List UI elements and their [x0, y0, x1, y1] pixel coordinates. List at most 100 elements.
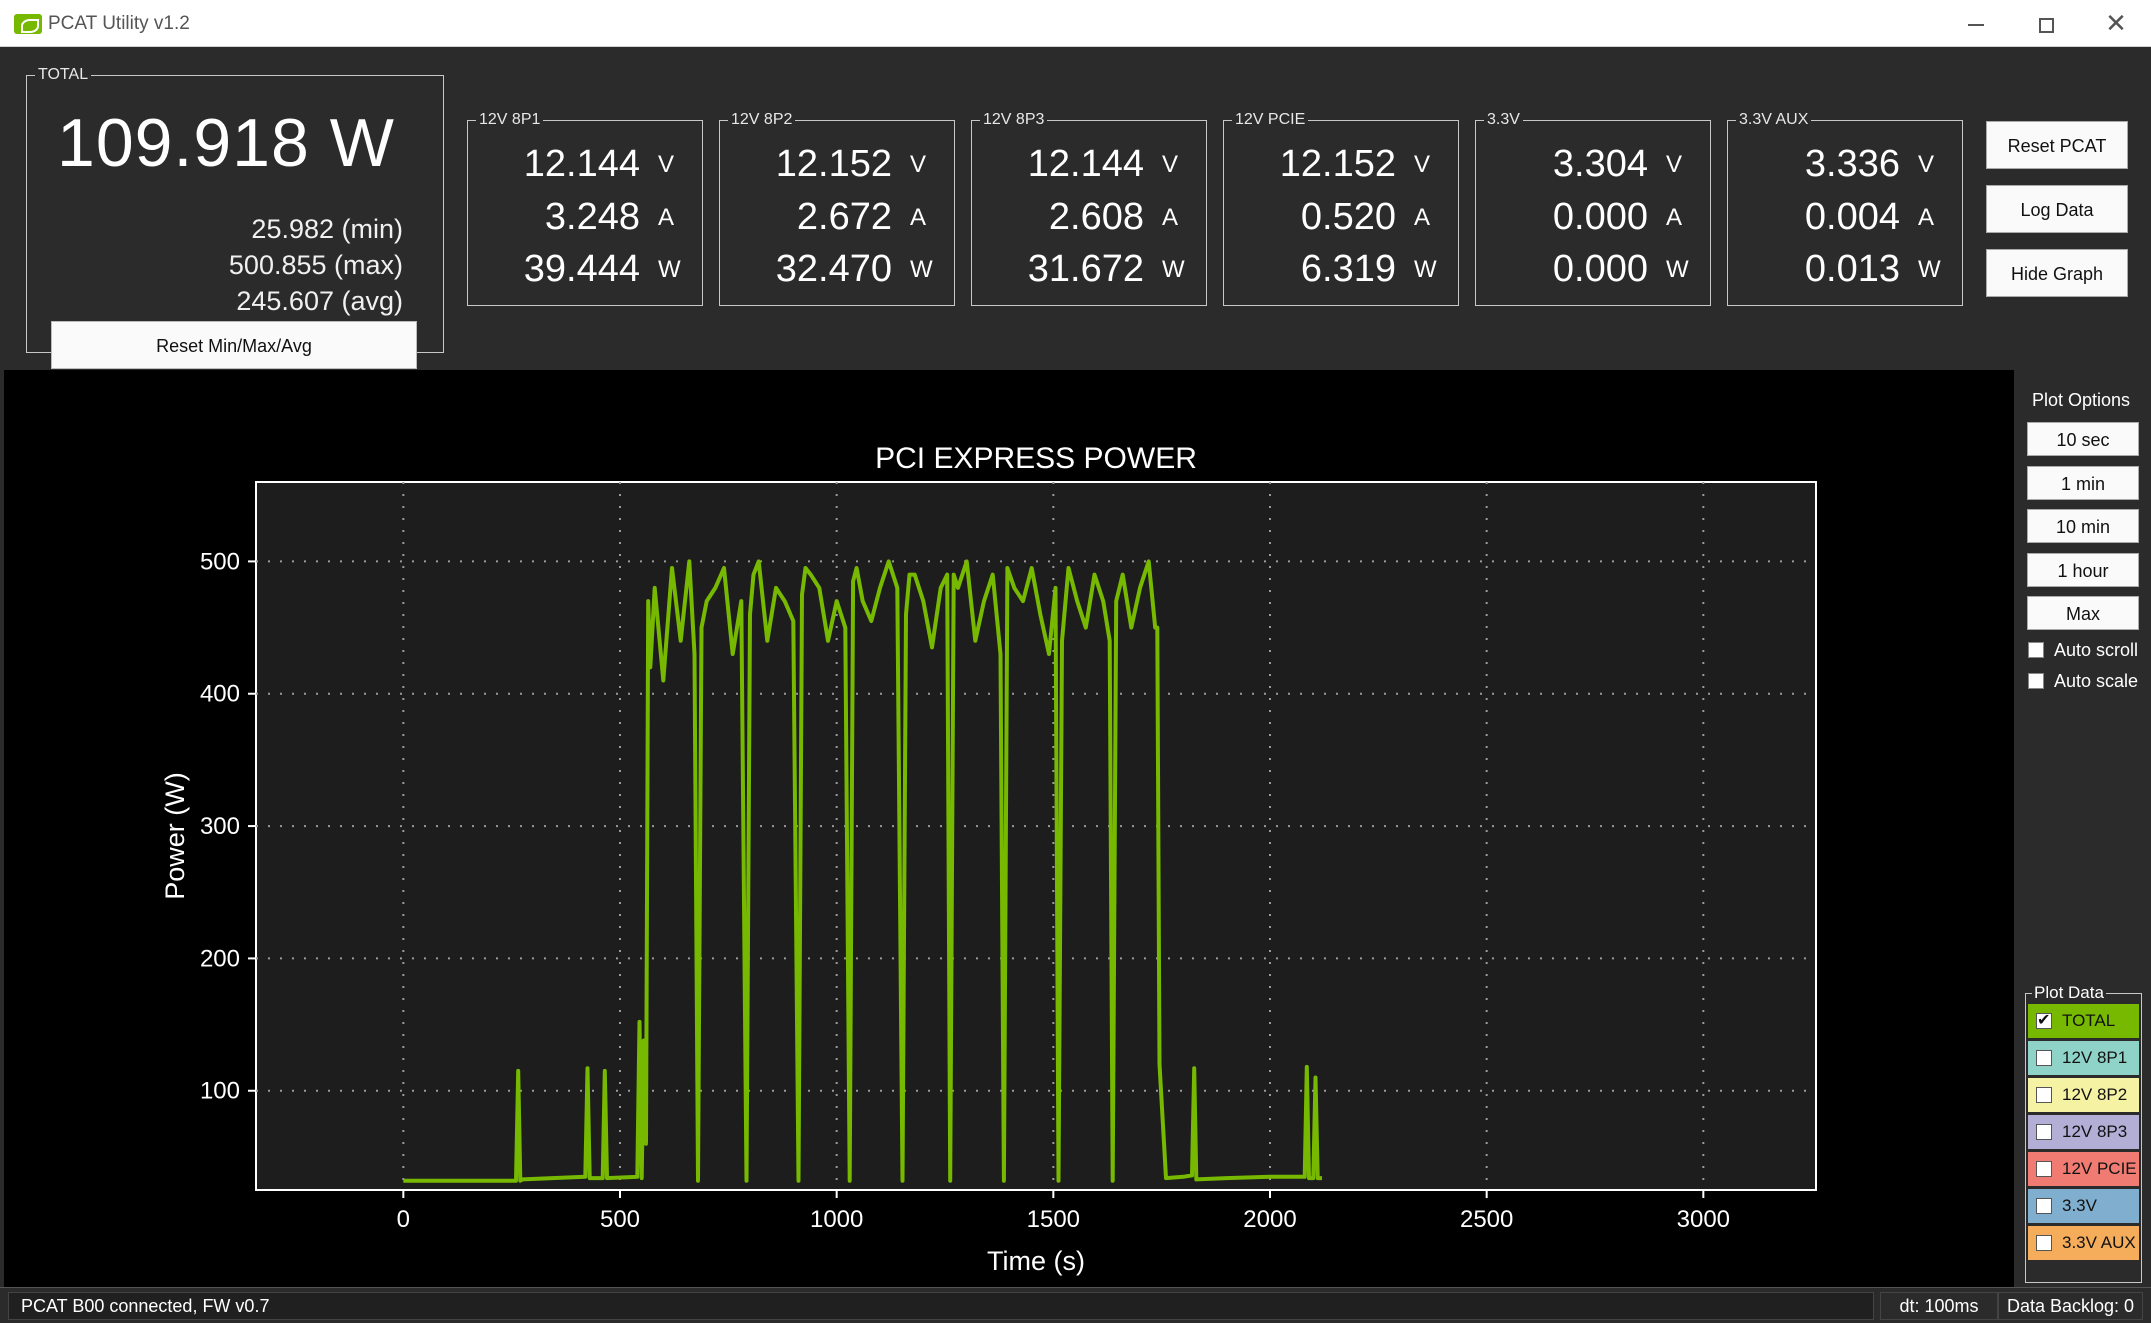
- total-group-title: TOTAL: [35, 65, 92, 85]
- auto-scroll-label: Auto scroll: [2054, 639, 2139, 660]
- total-power-value: 109.918 W: [57, 105, 395, 181]
- rail-power: 0.000: [1552, 248, 1648, 290]
- rail-group-12v-8p3: 12V 8P3 12.144 V 2.608 A 31.672 W: [971, 110, 1207, 306]
- x-tick-label: 0: [397, 1206, 410, 1233]
- total-group: TOTAL 109.918 W 25.982 (min) 500.855 (ma…: [26, 65, 444, 369]
- checkbox[interactable]: [2036, 1050, 2052, 1066]
- window-title: PCAT Utility v1.2: [48, 13, 190, 34]
- y-tick-label: 300: [200, 813, 240, 840]
- auto-scroll-box[interactable]: [2028, 642, 2044, 659]
- hide-graph-button[interactable]: Hide Graph: [1986, 249, 2128, 297]
- plot-data-item-3v3-aux[interactable]: 3.3V AUX: [2028, 1226, 2139, 1260]
- rail-current: 0.520: [1300, 196, 1396, 238]
- plot-data-group: Plot Data ✔ TOTAL 12V 8P1 12V 8P2 12V 8P…: [2025, 983, 2142, 1283]
- plot-data-item-12v-8p2[interactable]: 12V 8P2: [2028, 1078, 2139, 1112]
- plot-data-label: 3.3V AUX: [2062, 1233, 2136, 1252]
- volt-unit: V: [910, 151, 927, 178]
- y-tick-label: 200: [200, 945, 240, 972]
- power-chart: 0 500 1000 1500 2000 2500 3000 100 200 300 400 500 P…: [160, 442, 1817, 1276]
- minimize-icon: [1968, 24, 1984, 27]
- reset-min-max-avg-button[interactable]: Reset Min/Max/Avg: [51, 321, 417, 369]
- y-axis-label: Power (W): [160, 772, 190, 900]
- rail-power: 31.672: [1027, 248, 1144, 290]
- volt-unit: V: [1666, 151, 1683, 178]
- status-bar: PCAT B00 connected, FW v0.7 dt: 100ms Da…: [0, 1287, 2151, 1323]
- amp-unit: A: [658, 204, 675, 231]
- rail-power: 32.470: [775, 248, 892, 290]
- watt-unit: W: [1918, 256, 1941, 283]
- rail-title: 12V 8P1: [476, 110, 544, 130]
- checkmark-icon: ✔: [2037, 1012, 2051, 1029]
- plot-data-item-12v-8p3[interactable]: 12V 8P3: [2028, 1115, 2139, 1149]
- x-tick-label: 2000: [1243, 1206, 1296, 1233]
- y-tick-label: 100: [200, 1078, 240, 1105]
- rail-title: 12V 8P2: [728, 110, 796, 130]
- x-axis-label: Time (s): [987, 1246, 1085, 1276]
- plot-options-panel: Plot Options 10 sec 1 min 10 min 1 hour …: [2014, 370, 2151, 1287]
- maximize-icon: [2038, 17, 2054, 33]
- rail-voltage: 3.304: [1552, 143, 1648, 185]
- total-min-value: 25.982 (min): [251, 214, 403, 244]
- auto-scale-box[interactable]: [2028, 673, 2044, 690]
- log-data-button[interactable]: Log Data: [1986, 185, 2128, 233]
- rail-title: 12V 8P3: [980, 110, 1048, 130]
- plot-data-label: 12V 8P1: [2062, 1048, 2128, 1067]
- rail-current: 2.672: [796, 196, 892, 238]
- x-tick-label: 500: [600, 1206, 640, 1233]
- checkbox[interactable]: [2036, 1235, 2052, 1251]
- x-tick-label: 2500: [1460, 1206, 1513, 1233]
- plot-data-item-12v-pcie[interactable]: 12V PCIE: [2028, 1152, 2139, 1186]
- minimize-button[interactable]: [1941, 0, 2011, 47]
- range-1-hour-button[interactable]: 1 hour: [2027, 553, 2139, 587]
- plot-data-item-12v-8p1[interactable]: 12V 8P1: [2028, 1041, 2139, 1075]
- amp-unit: A: [1162, 204, 1179, 231]
- volt-unit: V: [1162, 151, 1179, 178]
- data-backlog-status: Data Backlog: 0: [1998, 1292, 2143, 1320]
- y-tick-label: 500: [200, 548, 240, 575]
- rail-group-12v-pcie: 12V PCIE 12.152 V 0.520 A 6.319 W: [1223, 110, 1459, 306]
- watt-unit: W: [1666, 256, 1689, 283]
- auto-scale-label: Auto scale: [2054, 670, 2139, 691]
- volt-unit: V: [658, 151, 675, 178]
- rail-power: 0.013: [1804, 248, 1900, 290]
- plot-data-label: 12V 8P3: [2062, 1122, 2128, 1141]
- chart-title: PCI EXPRESS POWER: [875, 442, 1197, 475]
- range-max-button[interactable]: Max: [2027, 596, 2139, 630]
- title-bar: PCAT Utility v1.2 ✕: [0, 0, 2151, 47]
- rail-power: 6.319: [1300, 248, 1396, 290]
- close-button[interactable]: ✕: [2081, 0, 2151, 47]
- x-tick-label: 3000: [1677, 1206, 1730, 1233]
- plot-area[interactable]: 0 500 1000 1500 2000 2500 3000 100 200 300 400 500 P…: [4, 370, 2014, 1287]
- amp-unit: A: [1666, 204, 1683, 231]
- total-avg-value: 245.607 (avg): [236, 286, 403, 316]
- plot-data-item-3v3[interactable]: 3.3V: [2028, 1189, 2139, 1223]
- plot-data-label: 12V 8P2: [2062, 1085, 2128, 1104]
- reset-pcat-button[interactable]: Reset PCAT: [1986, 121, 2128, 169]
- amp-unit: A: [1414, 204, 1431, 231]
- checkbox[interactable]: [2036, 1124, 2052, 1140]
- nvidia-logo-icon: [14, 14, 42, 34]
- volt-unit: V: [1918, 151, 1935, 178]
- rail-title: 3.3V AUX: [1736, 110, 1812, 130]
- range-1-min-button[interactable]: 1 min: [2027, 466, 2139, 500]
- rail-group-3v3-aux: 3.3V AUX 3.336 V 0.004 A 0.013 W: [1727, 110, 1963, 306]
- checkbox[interactable]: [2036, 1087, 2052, 1103]
- rail-voltage: 3.336: [1804, 143, 1900, 185]
- watt-unit: W: [910, 256, 933, 283]
- watt-unit: W: [658, 256, 681, 283]
- maximize-button[interactable]: [2011, 0, 2081, 47]
- rail-current: 3.248: [544, 196, 640, 238]
- auto-scroll-checkbox[interactable]: Auto scroll: [2028, 639, 2138, 661]
- readings-panel: TOTAL 109.918 W 25.982 (min) 500.855 (ma…: [0, 47, 2151, 370]
- checkbox[interactable]: [2036, 1198, 2052, 1214]
- plot-data-item-total[interactable]: ✔ TOTAL: [2028, 1004, 2139, 1038]
- plot-data-label: 3.3V: [2062, 1196, 2097, 1215]
- rail-voltage: 12.144: [1027, 143, 1144, 185]
- checkbox[interactable]: [2036, 1161, 2052, 1177]
- close-icon: ✕: [2105, 8, 2127, 38]
- range-10-sec-button[interactable]: 10 sec: [2027, 422, 2139, 456]
- plot-data-title: Plot Data: [2032, 983, 2106, 1003]
- range-10-min-button[interactable]: 10 min: [2027, 509, 2139, 543]
- auto-scale-checkbox[interactable]: Auto scale: [2028, 670, 2138, 692]
- rail-power: 39.444: [523, 248, 640, 290]
